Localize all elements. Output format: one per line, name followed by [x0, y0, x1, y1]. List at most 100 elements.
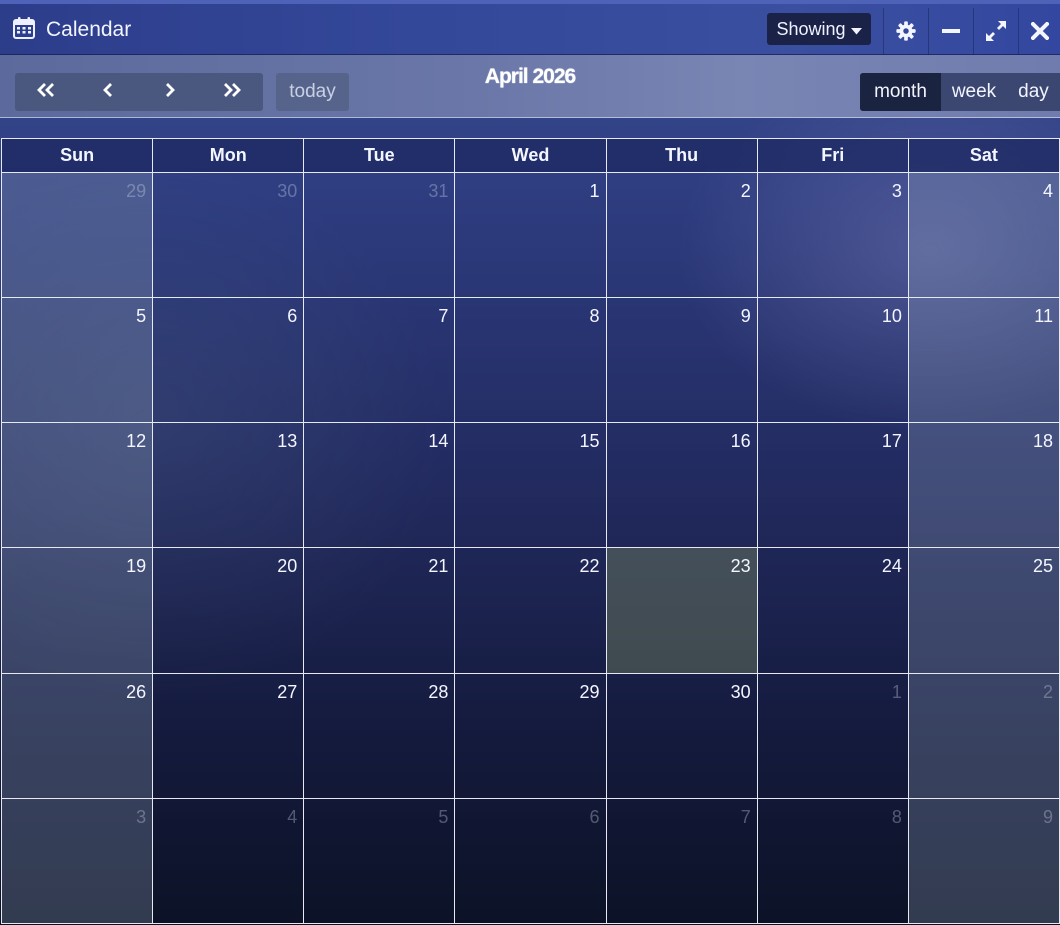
- day-number[interactable]: 9: [1043, 807, 1053, 828]
- caret-down-icon: [850, 19, 862, 40]
- day-number[interactable]: 3: [892, 181, 902, 202]
- day-number[interactable]: 17: [882, 431, 902, 452]
- day-number[interactable]: 30: [731, 682, 751, 703]
- day-number[interactable]: 22: [580, 556, 600, 577]
- day-cell[interactable]: 14: [304, 423, 456, 549]
- day-number[interactable]: 20: [277, 556, 297, 577]
- weekday-header-thu: Thu: [607, 139, 758, 172]
- day-cell[interactable]: 25: [908, 548, 1060, 674]
- day-number[interactable]: 3: [136, 807, 146, 828]
- day-cell[interactable]: 24: [757, 548, 909, 674]
- day-number[interactable]: 21: [428, 556, 448, 577]
- minimize-button[interactable]: [928, 8, 973, 58]
- day-number[interactable]: 27: [277, 682, 297, 703]
- day-number[interactable]: 5: [438, 807, 448, 828]
- day-cell[interactable]: 1: [455, 173, 607, 299]
- day-number[interactable]: 8: [590, 306, 600, 327]
- day-cell[interactable]: 4: [153, 798, 305, 924]
- day-cell[interactable]: 19: [2, 548, 154, 674]
- settings-button[interactable]: [883, 8, 928, 58]
- day-cell[interactable]: 11: [908, 298, 1060, 424]
- day-cell[interactable]: 31: [304, 173, 456, 299]
- day-cell[interactable]: 29: [455, 673, 607, 799]
- day-cell[interactable]: 6: [153, 298, 305, 424]
- day-cell[interactable]: 8: [455, 298, 607, 424]
- day-cell[interactable]: 29: [2, 173, 154, 299]
- view-week-button[interactable]: week: [941, 73, 1007, 111]
- day-cell[interactable]: 28: [304, 673, 456, 799]
- day-cell[interactable]: 2: [606, 173, 758, 299]
- day-cell[interactable]: 30: [153, 173, 305, 299]
- day-number[interactable]: 6: [287, 306, 297, 327]
- day-cell[interactable]: 20: [153, 548, 305, 674]
- view-day-button[interactable]: day: [1007, 73, 1060, 111]
- day-number[interactable]: 15: [580, 431, 600, 452]
- day-number[interactable]: 7: [438, 306, 448, 327]
- day-cell[interactable]: 3: [757, 173, 909, 299]
- day-number[interactable]: 25: [1033, 556, 1053, 577]
- day-number[interactable]: 16: [731, 431, 751, 452]
- day-cell[interactable]: 5: [2, 298, 154, 424]
- calendar-toolbar: today April 2026 month week day: [0, 55, 1060, 118]
- day-number[interactable]: 4: [1043, 181, 1053, 202]
- day-number[interactable]: 24: [882, 556, 902, 577]
- day-cell[interactable]: 21: [304, 548, 456, 674]
- day-cell[interactable]: 16: [606, 423, 758, 549]
- day-number[interactable]: 23: [731, 556, 751, 577]
- day-cell[interactable]: 9: [908, 798, 1060, 924]
- day-cell[interactable]: 7: [304, 298, 456, 424]
- day-cell[interactable]: 26: [2, 673, 154, 799]
- day-cell[interactable]: 9: [606, 298, 758, 424]
- day-number[interactable]: 5: [136, 306, 146, 327]
- day-cell-today[interactable]: 23: [606, 548, 758, 674]
- gear-icon: [895, 20, 917, 47]
- day-number[interactable]: 9: [741, 306, 751, 327]
- day-cell[interactable]: 1: [757, 673, 909, 799]
- day-cell[interactable]: 3: [2, 798, 154, 924]
- day-cell[interactable]: 2: [908, 673, 1060, 799]
- day-cell[interactable]: 7: [606, 798, 758, 924]
- maximize-icon: [985, 20, 1007, 47]
- day-number[interactable]: 10: [882, 306, 902, 327]
- day-number[interactable]: 1: [590, 181, 600, 202]
- day-number[interactable]: 7: [741, 807, 751, 828]
- day-number[interactable]: 18: [1033, 431, 1053, 452]
- day-number[interactable]: 31: [428, 181, 448, 202]
- app-title: Calendar: [12, 12, 131, 48]
- day-cell[interactable]: 12: [2, 423, 154, 549]
- day-cell[interactable]: 8: [757, 798, 909, 924]
- day-number[interactable]: 8: [892, 807, 902, 828]
- showing-dropdown-button[interactable]: Showing: [767, 13, 871, 45]
- day-number[interactable]: 11: [1034, 306, 1053, 327]
- day-number[interactable]: 6: [590, 807, 600, 828]
- day-number[interactable]: 13: [277, 431, 297, 452]
- day-cell[interactable]: 13: [153, 423, 305, 549]
- weekday-header-fri: Fri: [758, 139, 909, 172]
- day-number[interactable]: 29: [580, 682, 600, 703]
- view-month-button[interactable]: month: [860, 73, 941, 111]
- close-button[interactable]: [1018, 8, 1060, 58]
- day-cell[interactable]: 4: [908, 173, 1060, 299]
- day-number[interactable]: 26: [126, 682, 146, 703]
- day-number[interactable]: 14: [428, 431, 448, 452]
- day-number[interactable]: 2: [1043, 682, 1053, 703]
- day-cell[interactable]: 15: [455, 423, 607, 549]
- day-number[interactable]: 28: [428, 682, 448, 703]
- day-number[interactable]: 2: [741, 181, 751, 202]
- view-switcher: month week day: [860, 73, 1060, 111]
- day-number[interactable]: 30: [277, 181, 297, 202]
- day-cell[interactable]: 17: [757, 423, 909, 549]
- day-cell[interactable]: 6: [455, 798, 607, 924]
- day-number[interactable]: 4: [287, 807, 297, 828]
- day-number[interactable]: 19: [126, 556, 146, 577]
- day-number[interactable]: 29: [126, 181, 146, 202]
- day-cell[interactable]: 18: [908, 423, 1060, 549]
- day-cell[interactable]: 10: [757, 298, 909, 424]
- day-cell[interactable]: 30: [606, 673, 758, 799]
- day-cell[interactable]: 27: [153, 673, 305, 799]
- day-cell[interactable]: 5: [304, 798, 456, 924]
- day-number[interactable]: 1: [892, 682, 902, 703]
- day-cell[interactable]: 22: [455, 548, 607, 674]
- day-number[interactable]: 12: [126, 431, 146, 452]
- maximize-button[interactable]: [973, 8, 1018, 58]
